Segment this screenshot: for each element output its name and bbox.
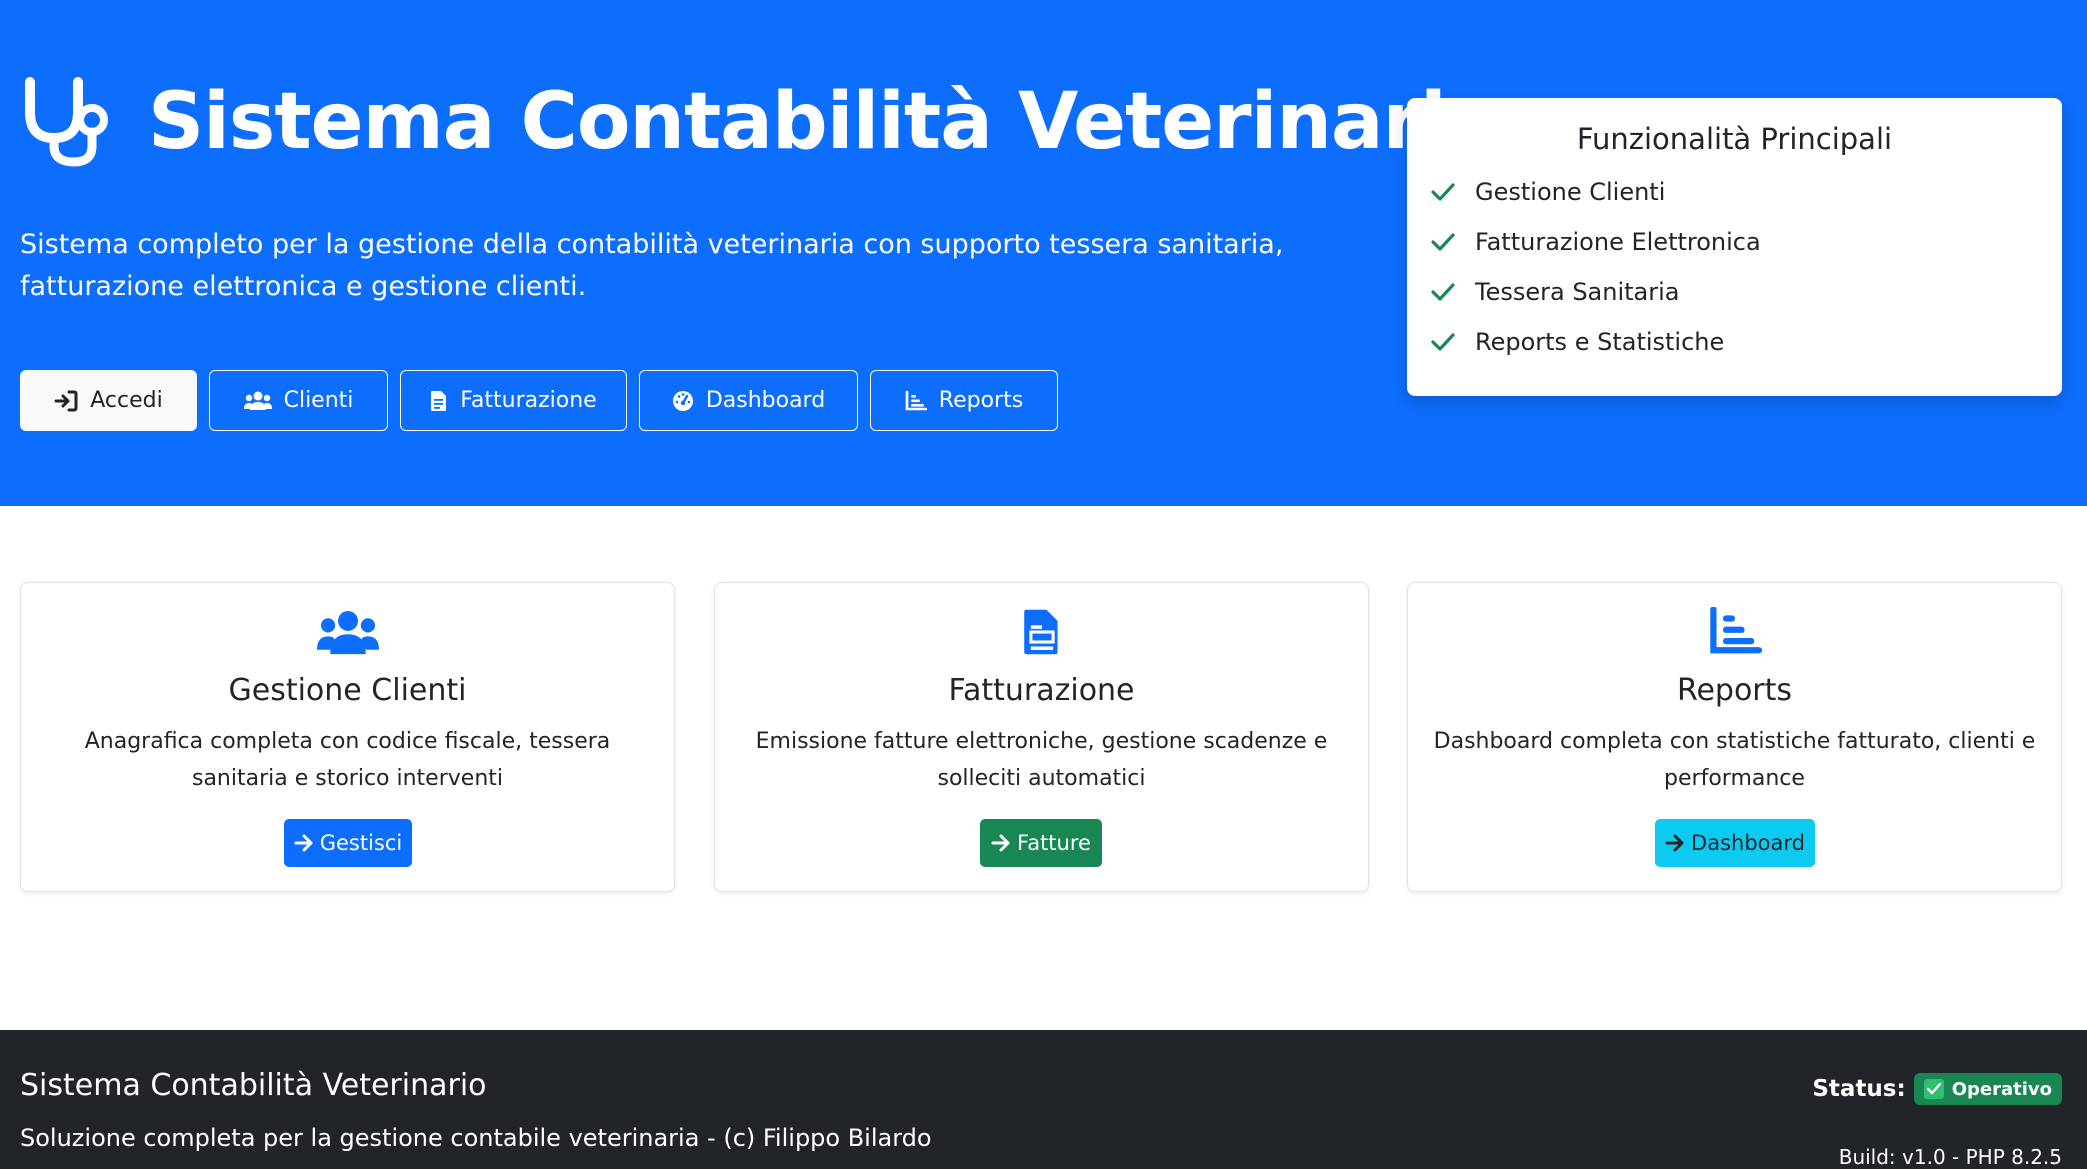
card-text: Dashboard completa con statistiche fattu… xyxy=(1433,729,2036,791)
check-icon xyxy=(1431,233,1455,251)
footer-subtitle: Soluzione completa per la gestione conta… xyxy=(20,1124,932,1152)
check-icon xyxy=(1431,283,1455,301)
status-indicator: Status: Operativo xyxy=(1812,1073,2062,1105)
dashboard-button[interactable]: Dashboard xyxy=(639,370,858,431)
card-title: Gestione Clienti xyxy=(228,673,467,708)
card-reports: Reports Dashboard completa con statistic… xyxy=(1407,582,2062,892)
fatturazione-button[interactable]: Fatturazione xyxy=(400,370,627,431)
reports-button[interactable]: Reports xyxy=(870,370,1058,431)
feature-label: Fatturazione Elettronica xyxy=(1475,228,1761,256)
status-badge: Operativo xyxy=(1913,1073,2062,1105)
arrow-right-icon xyxy=(1665,834,1684,852)
dashboard-card-button[interactable]: Dashboard xyxy=(1655,819,1815,867)
gestisci-button[interactable]: Gestisci xyxy=(284,819,412,867)
arrow-right-icon xyxy=(294,834,313,852)
hero-button-group: Accedi Clienti Fatturazione Dashboard Re… xyxy=(20,370,1070,431)
card-text: Anagrafica completa con codice fiscale, … xyxy=(84,729,611,791)
invoice-icon xyxy=(1023,609,1058,655)
card-text: Emissione fatture elettroniche, gestione… xyxy=(755,729,1328,791)
hero-title-row: Sistema Contabilità Veterinario xyxy=(20,72,1499,172)
card-fatturazione: Fatturazione Emissione fatture elettroni… xyxy=(714,582,1369,892)
feature-label: Gestione Clienti xyxy=(1475,178,1666,206)
arrow-right-icon xyxy=(991,834,1010,852)
users-icon xyxy=(243,391,272,410)
check-icon xyxy=(1431,333,1455,351)
features-title: Funzionalità Principali xyxy=(1576,122,1893,156)
fatture-button[interactable]: Fatture xyxy=(980,819,1102,867)
accedi-button[interactable]: Accedi xyxy=(20,370,197,431)
sign-in-icon xyxy=(54,390,78,411)
status-value: Operativo xyxy=(1951,1078,2052,1100)
stethoscope-icon xyxy=(25,77,108,167)
gauge-icon xyxy=(672,390,693,411)
dashboard-label: Dashboard xyxy=(705,388,826,413)
feature-item: Gestione Clienti xyxy=(1431,178,1665,206)
feature-item: Fatturazione Elettronica xyxy=(1431,228,1761,256)
clienti-button[interactable]: Clienti xyxy=(209,370,388,431)
status-label: Status: xyxy=(1812,1076,1906,1102)
check-square-icon xyxy=(1923,1079,1944,1099)
gestisci-label: Gestisci xyxy=(319,831,403,855)
hero-section: Sistema Contabilità Veterinario Sistema … xyxy=(0,0,2087,506)
footer: Sistema Contabilità Veterinario Soluzion… xyxy=(0,1030,2087,1169)
check-icon xyxy=(1431,183,1455,201)
feature-item: Reports e Statistiche xyxy=(1431,328,1724,356)
users-icon xyxy=(316,610,379,655)
feature-label: Tessera Sanitaria xyxy=(1475,278,1680,306)
dashboard-card-label: Dashboard xyxy=(1691,831,1805,855)
feature-item: Tessera Sanitaria xyxy=(1431,278,1680,306)
fatture-label: Fatture xyxy=(1017,831,1091,855)
invoice-icon xyxy=(431,390,447,411)
footer-title: Sistema Contabilità Veterinario xyxy=(20,1068,487,1103)
accedi-label: Accedi xyxy=(90,388,163,413)
fatturazione-label: Fatturazione xyxy=(460,388,597,413)
features-card: Funzionalità Principali Gestione Clienti… xyxy=(1407,98,2062,396)
hero-description: Sistema completo per la gestione della c… xyxy=(20,229,1284,302)
chart-icon xyxy=(905,390,927,410)
reports-label: Reports xyxy=(938,388,1024,413)
card-title: Reports xyxy=(1676,673,1793,708)
clienti-label: Clienti xyxy=(283,388,354,413)
build-info: Build: v1.0 - PHP 8.2.5 xyxy=(1838,1145,2062,1169)
chart-icon xyxy=(1709,607,1762,654)
card-title: Fatturazione xyxy=(948,673,1135,708)
card-clienti: Gestione Clienti Anagrafica completa con… xyxy=(20,582,675,892)
page-title: Sistema Contabilità Veterinario xyxy=(148,77,1499,167)
feature-label: Reports e Statistiche xyxy=(1475,328,1725,356)
